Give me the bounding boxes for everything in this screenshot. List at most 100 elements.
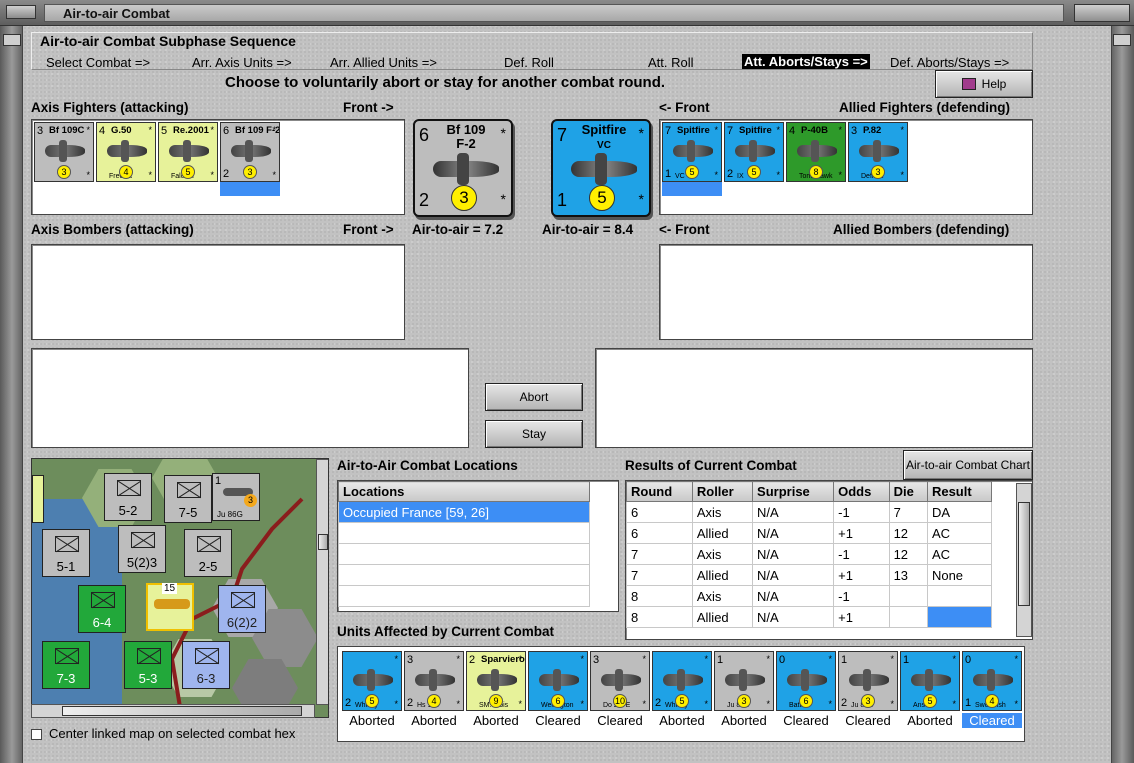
air-unit-counter[interactable]: *Wellington6* bbox=[528, 651, 588, 711]
air-unit-counter[interactable]: 5Re.2001*Falco II5* bbox=[158, 122, 218, 182]
location-row-empty[interactable] bbox=[338, 543, 590, 565]
map-ground-unit[interactable]: 6-3 bbox=[182, 641, 230, 689]
table-row[interactable]: 8 Axis N/A -1 bbox=[626, 585, 993, 607]
location-row-empty[interactable] bbox=[338, 564, 590, 586]
affected-unit[interactable]: *Whitley25*Aborted bbox=[342, 651, 402, 728]
air-unit-counter[interactable]: 7 Spitfire * IX 2 5 * bbox=[724, 122, 784, 182]
affected-unit[interactable]: 3*Hs 12324*Aborted bbox=[404, 651, 464, 728]
unit-attack: 0 bbox=[779, 654, 786, 666]
map-hscroll-thumb[interactable] bbox=[62, 706, 302, 716]
unit-attack: 2 bbox=[469, 654, 476, 666]
air-unit-counter[interactable]: 1*Ju 86G3* bbox=[714, 651, 774, 711]
unit-defense: 2 bbox=[407, 697, 414, 709]
map-unit-partial[interactable] bbox=[32, 475, 44, 523]
air-unit-counter[interactable]: *Whitley25* bbox=[342, 651, 402, 711]
affected-unit[interactable]: 1*Ju 86G3* Aborted bbox=[714, 651, 774, 728]
help-button[interactable]: Help bbox=[935, 70, 1033, 98]
plane-icon bbox=[107, 140, 147, 162]
affected-unit[interactable]: 0*Swordfish14*Cleared bbox=[962, 651, 1022, 728]
table-row[interactable]: 8 Allied N/A +1 bbox=[626, 606, 993, 628]
table-row[interactable]: 6 Axis N/A -1 7 DA bbox=[626, 501, 993, 523]
affected-unit[interactable]: 1 * Anson 5 * Aborted bbox=[900, 651, 960, 728]
affected-unit[interactable]: 3*Do 217E10*Cleared bbox=[590, 651, 650, 728]
unit-range: 5 bbox=[365, 694, 379, 708]
phase-title: Air-to-air Combat Subphase Sequence bbox=[40, 33, 296, 49]
air-unit-counter[interactable]: 2Sparviero*SM.79bis9* bbox=[466, 651, 526, 711]
stay-button[interactable]: Stay bbox=[485, 420, 583, 448]
location-cell: Occupied France [59, 26] bbox=[338, 501, 590, 523]
left-frame bbox=[0, 26, 24, 763]
star-icon: * bbox=[704, 699, 708, 709]
map-ground-unit[interactable]: 5-1 bbox=[42, 529, 90, 577]
center-map-checkbox[interactable] bbox=[31, 729, 42, 740]
results-cell: 13 bbox=[888, 564, 928, 586]
air-unit-counter[interactable]: 0*Swordfish14* bbox=[962, 651, 1022, 711]
map-air-unit[interactable]: 1 Ju 86G 3 bbox=[212, 473, 260, 521]
affected-status: Aborted bbox=[721, 713, 767, 728]
air-unit-counter[interactable]: 7 Spitfire * VC 1 5 * bbox=[662, 122, 722, 182]
table-row[interactable]: 6 Allied N/A +1 12 AC bbox=[626, 522, 993, 544]
map-ground-unit[interactable]: 7-5 bbox=[164, 475, 212, 523]
results-scroll-thumb[interactable] bbox=[1018, 502, 1030, 606]
affected-unit[interactable]: 0 * Battle 6 * Cleared bbox=[776, 651, 836, 728]
air-unit-counter[interactable]: 3 Bf 109C * 3 * bbox=[34, 122, 94, 182]
air-unit-counter[interactable]: 1*Ju 86G23* bbox=[838, 651, 898, 711]
map-ground-unit[interactable]: 5(2)3 bbox=[118, 525, 166, 573]
table-row[interactable]: 7 Allied N/A +1 13 None bbox=[626, 564, 993, 586]
map-ground-unit[interactable]: 2-5 bbox=[184, 529, 232, 577]
results-cell bbox=[926, 606, 993, 628]
table-row[interactable]: 7 Axis N/A -1 12 AC bbox=[626, 543, 993, 565]
map-vscroll-thumb[interactable] bbox=[318, 534, 328, 550]
allied-bombers-box[interactable] bbox=[659, 244, 1033, 340]
phase-step-att-roll: Att. Roll bbox=[648, 55, 694, 70]
air-unit-counter[interactable]: 6 Bf 109 F-2 * 2 3 * bbox=[220, 122, 280, 182]
axis-fighters-box[interactable]: 3Bf 109C*3*4G.50*Freccia4*5Re.2001*Falco… bbox=[31, 119, 405, 215]
map-vertical-scrollbar[interactable] bbox=[316, 459, 328, 705]
unit-name: Spitfire bbox=[739, 125, 772, 136]
unit-strength: 7-3 bbox=[56, 671, 76, 686]
air-unit-counter[interactable]: 3P.82*Defiant3* bbox=[848, 122, 908, 182]
combat-chart-button[interactable]: Air-to-air Combat Chart bbox=[903, 450, 1033, 480]
axis-reserve-box[interactable] bbox=[31, 348, 469, 448]
affected-unit[interactable]: *Whitley25*Aborted bbox=[652, 651, 712, 728]
location-row-empty[interactable] bbox=[338, 522, 590, 544]
allied-a2a-value: Air-to-air = 8.4 bbox=[542, 222, 634, 237]
map-horizontal-scrollbar[interactable] bbox=[31, 704, 315, 718]
results-cell: 7 bbox=[626, 564, 693, 586]
results-header[interactable]: Die bbox=[888, 481, 928, 502]
allied-reserve-box[interactable] bbox=[595, 348, 1033, 448]
map-ground-unit[interactable]: 5-2 bbox=[104, 473, 152, 521]
map-ground-unit[interactable]: 7-3 bbox=[42, 641, 90, 689]
affected-unit[interactable]: 1*Ju 86G23*Cleared bbox=[838, 651, 898, 728]
results-header[interactable]: Roller bbox=[691, 481, 754, 502]
locations-list[interactable]: Locations Occupied France [59, 26] bbox=[337, 480, 619, 612]
affected-unit[interactable]: *Wellington6*Cleared bbox=[528, 651, 588, 728]
window-menu-icon[interactable] bbox=[6, 5, 36, 19]
air-unit-counter[interactable]: *Whitley25* bbox=[652, 651, 712, 711]
air-unit-counter[interactable]: 4G.50*Freccia4* bbox=[96, 122, 156, 182]
window-close-button[interactable] bbox=[1074, 4, 1130, 22]
affected-unit[interactable]: 2Sparviero*SM.79bis9*Aborted bbox=[466, 651, 526, 728]
map-ground-unit[interactable]: 6-4 bbox=[78, 585, 126, 633]
air-unit-counter[interactable]: 4P-40B*Tomahawk8* bbox=[786, 122, 846, 182]
help-label: Help bbox=[981, 77, 1007, 91]
linked-map[interactable]: 5-2 7-5 5-1 5(2)3 2-5 6-4 6(2)2 7-3 5-3 6-3 1 Ju … bbox=[31, 458, 329, 718]
air-unit-counter[interactable]: 3*Hs 12324* bbox=[404, 651, 464, 711]
abort-button[interactable]: Abort bbox=[485, 383, 583, 411]
map-selected-stack[interactable]: 15 bbox=[146, 583, 194, 631]
results-scrollbar[interactable] bbox=[1016, 483, 1032, 637]
allied-fighters-box[interactable]: 7Spitfire*VC15*7Spitfire*IX25*4P-40B*Tom… bbox=[659, 119, 1033, 215]
map-ground-unit[interactable]: 6(2)2 bbox=[218, 585, 266, 633]
location-row-empty[interactable] bbox=[338, 585, 590, 607]
air-unit-counter[interactable]: 3*Do 217E10* bbox=[590, 651, 650, 711]
axis-bombers-box[interactable] bbox=[31, 244, 405, 340]
results-header[interactable]: Odds bbox=[833, 481, 890, 502]
map-ground-unit[interactable]: 5-3 bbox=[124, 641, 172, 689]
window-title: Air-to-air Combat bbox=[44, 4, 1064, 22]
location-row[interactable]: Occupied France [59, 26] bbox=[338, 501, 590, 523]
results-header[interactable]: Round bbox=[626, 481, 693, 502]
air-unit-counter[interactable]: 1 * Anson 5 * bbox=[900, 651, 960, 711]
results-header[interactable]: Surprise bbox=[752, 481, 835, 502]
air-unit-counter[interactable]: 0 * Battle 6 * bbox=[776, 651, 836, 711]
results-header[interactable]: Result bbox=[926, 481, 993, 502]
